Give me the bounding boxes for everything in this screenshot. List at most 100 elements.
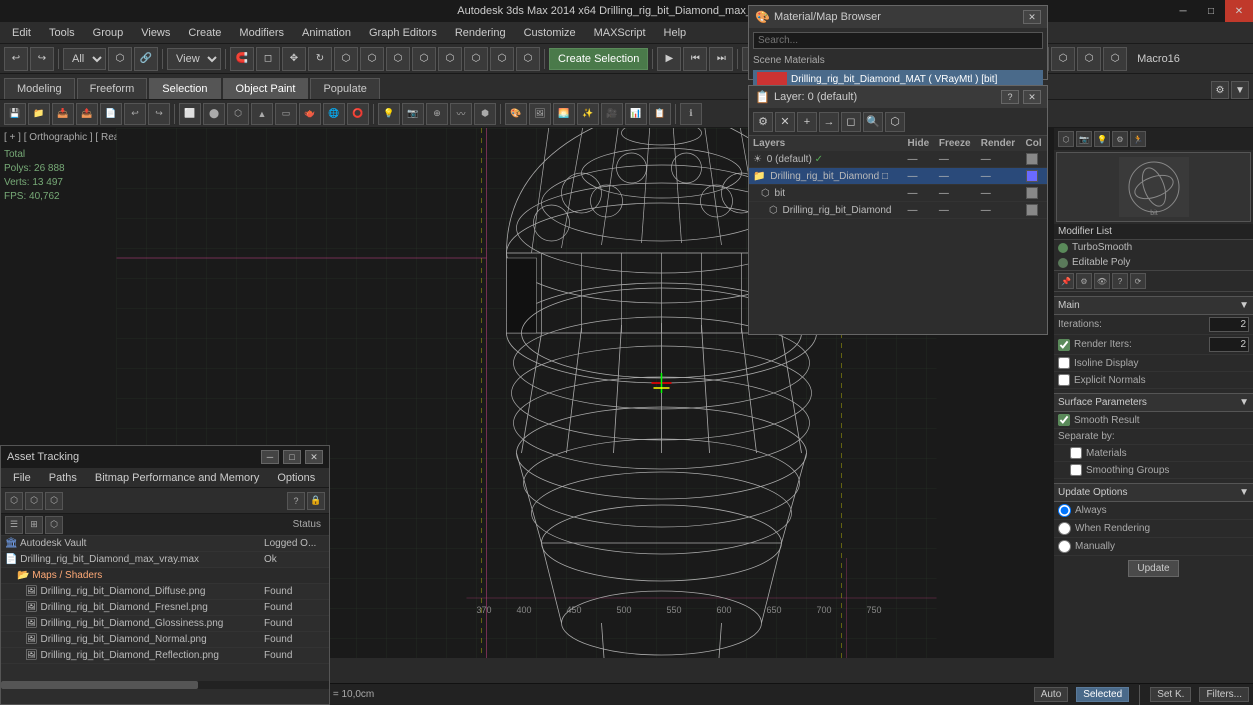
play-btn[interactable]: ▶ bbox=[657, 47, 681, 71]
menu-customize[interactable]: Customize bbox=[516, 25, 584, 41]
table-row[interactable]: 🖼 Drilling_rig_bit_Diamond_Glossiness.pn… bbox=[1, 616, 329, 632]
asset-view-icon2[interactable]: ⊞ bbox=[25, 516, 43, 534]
table-row[interactable]: 🖼 Drilling_rig_bit_Diamond_Reflection.pn… bbox=[1, 648, 329, 664]
asset-scrollbar[interactable] bbox=[1, 681, 329, 689]
mod-show-btn[interactable]: 👁 bbox=[1094, 273, 1110, 289]
view-dropdown[interactable]: View bbox=[167, 48, 221, 70]
minimize-button[interactable]: ─ bbox=[1169, 0, 1197, 22]
icon-ifl[interactable]: 📊 bbox=[625, 103, 647, 125]
pp-icon-1[interactable]: ⬡ bbox=[1058, 131, 1074, 147]
layer-question-btn[interactable]: ? bbox=[1001, 90, 1019, 104]
toolbar-btn-9[interactable]: ⬡ bbox=[464, 47, 488, 71]
icon-video-post[interactable]: 🎥 bbox=[601, 103, 623, 125]
menu-animation[interactable]: Animation bbox=[294, 25, 359, 41]
asset-menu-bitmap[interactable]: Bitmap Performance and Memory bbox=[87, 470, 267, 486]
tab-selection[interactable]: Selection bbox=[149, 78, 220, 99]
layer-title-bar[interactable]: 📋 Layer: 0 (default) ? ✕ bbox=[749, 86, 1047, 108]
icon-cone[interactable]: ▲ bbox=[251, 103, 273, 125]
asset-scroll-area[interactable]: 🏛 Autodesk Vault Logged O... 📄 Drilling_… bbox=[1, 536, 329, 681]
asset-view-icon3[interactable]: ⬡ bbox=[45, 516, 63, 534]
pp-icon-5[interactable]: 🏃 bbox=[1130, 131, 1146, 147]
explicit-normals-checkbox[interactable] bbox=[1058, 374, 1070, 386]
layer-add-btn[interactable]: + bbox=[797, 112, 817, 132]
toolbar-magnet[interactable]: 🧲 bbox=[230, 47, 254, 71]
close-button[interactable]: ✕ bbox=[1225, 0, 1253, 22]
table-row[interactable]: 📁 Drilling_rig_bit_Diamond □ — — — bbox=[749, 168, 1047, 185]
isoline-checkbox[interactable] bbox=[1058, 357, 1070, 369]
pp-icon-2[interactable]: 📷 bbox=[1076, 131, 1092, 147]
prev-btn[interactable]: ⏮ bbox=[683, 47, 707, 71]
asset-scrollbar-thumb[interactable] bbox=[1, 681, 198, 689]
icon-space-warp[interactable]: 〰 bbox=[450, 103, 472, 125]
toolbar-btn-3[interactable]: ⬡ bbox=[108, 47, 132, 71]
menu-help[interactable]: Help bbox=[656, 25, 695, 41]
menu-maxscript[interactable]: MAXScript bbox=[586, 25, 654, 41]
tab-populate[interactable]: Populate bbox=[310, 78, 379, 99]
toolbar-btn-7[interactable]: ⬡ bbox=[412, 47, 436, 71]
toolbar-btn-4[interactable]: 🔗 bbox=[134, 47, 158, 71]
toolbar-select[interactable]: ◻ bbox=[256, 47, 280, 71]
menu-tools[interactable]: Tools bbox=[41, 25, 83, 41]
mat-search-input[interactable] bbox=[753, 32, 1043, 49]
when-rendering-radio[interactable] bbox=[1058, 522, 1071, 535]
table-row[interactable]: 🏛 Autodesk Vault Logged O... bbox=[1, 536, 329, 552]
asset-icon-2[interactable]: ⬡ bbox=[25, 492, 43, 510]
macro16-btn[interactable]: Macro16 bbox=[1129, 51, 1188, 67]
toolbar-btn-8[interactable]: ⬡ bbox=[438, 47, 462, 71]
render-iters-input[interactable] bbox=[1209, 337, 1249, 352]
layer-settings-btn[interactable]: ⚙ bbox=[753, 112, 773, 132]
asset-icon-4[interactable]: ? bbox=[287, 492, 305, 510]
editable-poly-modifier[interactable]: Editable Poly bbox=[1054, 255, 1253, 270]
mod-pin-btn[interactable]: 📌 bbox=[1058, 273, 1074, 289]
icon-tube[interactable]: ⭕ bbox=[347, 103, 369, 125]
asset-view-icon1[interactable]: ☰ bbox=[5, 516, 23, 534]
mod-history-btn[interactable]: ⟳ bbox=[1130, 273, 1146, 289]
menu-modifiers[interactable]: Modifiers bbox=[231, 25, 292, 41]
table-row[interactable]: ☀ 0 (default) ✓ — — — bbox=[749, 151, 1047, 168]
icon-new[interactable]: 📄 bbox=[100, 103, 122, 125]
table-row[interactable]: ⬡ bit — — — bbox=[749, 185, 1047, 202]
render-iters-checkbox[interactable] bbox=[1058, 339, 1070, 351]
icon-open[interactable]: 📁 bbox=[28, 103, 50, 125]
layer-obj-to-layer-btn[interactable]: → bbox=[819, 112, 839, 132]
toolbar-btn-1[interactable]: ↩ bbox=[4, 47, 28, 71]
toolbar-rotate[interactable]: ↻ bbox=[308, 47, 332, 71]
icon-effects[interactable]: ✨ bbox=[577, 103, 599, 125]
table-row[interactable]: 🖼 Drilling_rig_bit_Diamond_Diffuse.png F… bbox=[1, 584, 329, 600]
materials-checkbox[interactable] bbox=[1070, 447, 1082, 459]
selected-btn[interactable]: Selected bbox=[1076, 687, 1129, 702]
icon-render[interactable]: 🖼 bbox=[529, 103, 551, 125]
mat-browser-title-bar[interactable]: 🎨 Material/Map Browser ✕ bbox=[749, 6, 1047, 28]
asset-icon-1[interactable]: ⬡ bbox=[5, 492, 23, 510]
asset-minimize-btn[interactable]: ─ bbox=[261, 450, 279, 464]
table-row[interactable]: 🖼 Drilling_rig_bit_Diamond_Fresnel.png F… bbox=[1, 600, 329, 616]
toolbar-btn-10[interactable]: ⬡ bbox=[490, 47, 514, 71]
set-k-btn[interactable]: Set K. bbox=[1150, 687, 1191, 702]
smoothing-groups-checkbox[interactable] bbox=[1070, 464, 1082, 476]
icon-camera[interactable]: 📷 bbox=[402, 103, 424, 125]
asset-menu-paths[interactable]: Paths bbox=[41, 470, 85, 486]
icon-material[interactable]: 🎨 bbox=[505, 103, 527, 125]
toolbar-scale[interactable]: ⬡ bbox=[334, 47, 358, 71]
icon-teapot[interactable]: 🫖 bbox=[299, 103, 321, 125]
maximize-button[interactable]: □ bbox=[1197, 0, 1225, 22]
menu-group[interactable]: Group bbox=[85, 25, 132, 41]
table-row[interactable]: 🖼 Drilling_rig_bit_Diamond_Normal.png Fo… bbox=[1, 632, 329, 648]
filter-dropdown[interactable]: All bbox=[63, 48, 106, 70]
mod-configure-btn[interactable]: ⚙ bbox=[1076, 273, 1092, 289]
layer-select-highlight-btn[interactable]: 🔍 bbox=[863, 112, 883, 132]
asset-menu-options[interactable]: Options bbox=[269, 470, 323, 486]
table-row[interactable]: 📄 Drilling_rig_bit_Diamond_max_vray.max … bbox=[1, 552, 329, 568]
auto-btn[interactable]: Auto bbox=[1034, 687, 1069, 702]
menu-rendering[interactable]: Rendering bbox=[447, 25, 514, 41]
layer-delete-btn[interactable]: ✕ bbox=[775, 112, 795, 132]
menu-create[interactable]: Create bbox=[180, 25, 229, 41]
toolbar-move[interactable]: ✥ bbox=[282, 47, 306, 71]
toolbar-btn-15[interactable]: ⬡ bbox=[1103, 47, 1127, 71]
icon-plane[interactable]: ▭ bbox=[275, 103, 297, 125]
icon-schematic[interactable]: 📋 bbox=[649, 103, 671, 125]
toolbar-btn-13[interactable]: ⬡ bbox=[1051, 47, 1075, 71]
menu-edit[interactable]: Edit bbox=[4, 25, 39, 41]
tab-settings-btn[interactable]: ⚙ bbox=[1211, 81, 1229, 99]
layer-select-objects-btn[interactable]: ◻ bbox=[841, 112, 861, 132]
